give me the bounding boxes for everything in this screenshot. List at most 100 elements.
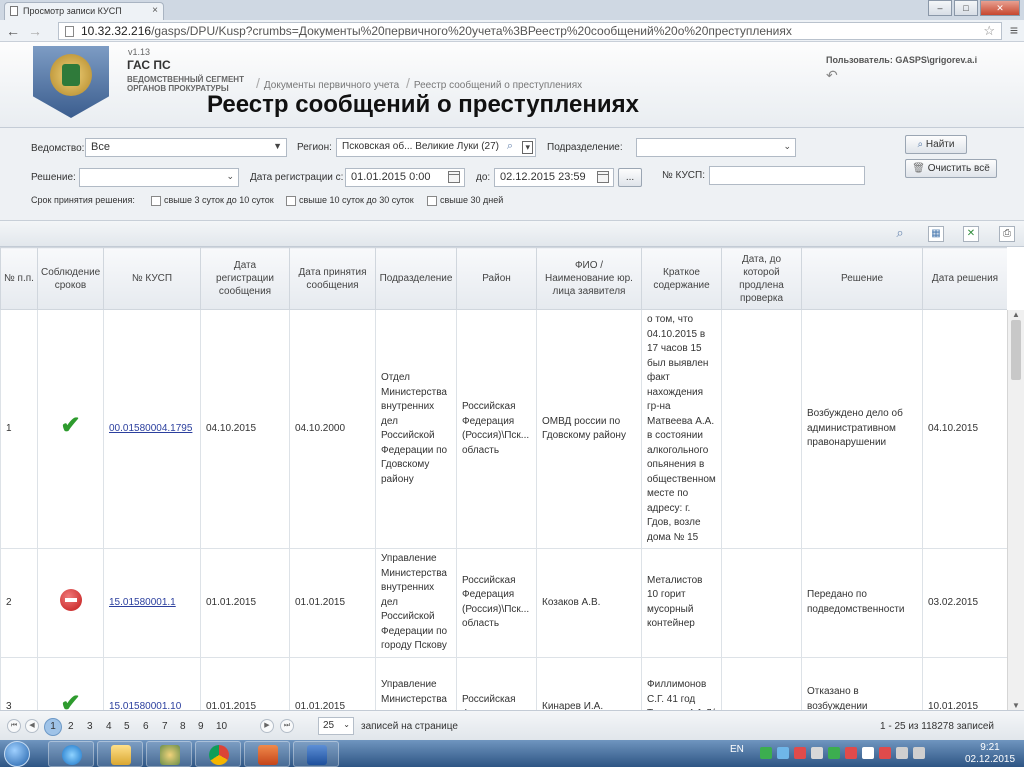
bookmark-star-icon[interactable]: ☆ (983, 23, 995, 39)
tray-icon[interactable] (811, 747, 823, 759)
kusp-input[interactable] (709, 166, 865, 185)
page-7[interactable]: 7 (162, 721, 168, 732)
maximize-button[interactable]: □ (954, 0, 978, 16)
browser-menu-icon[interactable]: ≡ (1010, 22, 1018, 38)
network-icon[interactable] (896, 747, 908, 759)
page-size-select[interactable]: 25 ⌄ (318, 717, 354, 735)
taskbar-explorer[interactable] (97, 741, 143, 767)
tray-icon[interactable] (794, 747, 806, 759)
search-icon[interactable]: ⌕ (507, 140, 513, 153)
subdivision-select[interactable]: ⌄ (636, 138, 796, 157)
window-controls: – □ ✕ (928, 0, 1020, 18)
last-page-icon[interactable]: ⏭ (280, 719, 294, 733)
reg-date-to-input[interactable]: 02.12.2015 23:59 (494, 168, 614, 187)
page-8[interactable]: 8 (180, 721, 186, 732)
agency-select[interactable]: Все ▼ (85, 138, 287, 157)
more-dates-button[interactable]: ... (618, 168, 642, 187)
kusp-link[interactable]: 15.01580001.10 (109, 701, 181, 710)
kusp-link[interactable]: 00.01580004.1795 (109, 423, 192, 434)
applicant-cell: ОМВД россии по Гдовскому району (536, 309, 642, 549)
minimize-button[interactable]: – (928, 0, 952, 16)
tray-icon[interactable] (828, 747, 840, 759)
close-window-button[interactable]: ✕ (980, 0, 1020, 16)
emblem-app-icon (160, 745, 180, 765)
settings-grid-icon[interactable]: ▦ (928, 226, 944, 242)
scroll-down-icon[interactable]: ▼ (1012, 701, 1020, 710)
table-row[interactable]: 2 15.01580001.1 01.01.2015 01.01.2015 Уп… (0, 548, 1007, 658)
taskbar-chrome[interactable] (195, 741, 241, 767)
back-arrow-icon[interactable]: ← (6, 23, 20, 39)
print-icon[interactable]: ⎙ (999, 226, 1015, 242)
kusp-link[interactable]: 15.01580001.1 (109, 597, 176, 608)
scroll-up-icon[interactable]: ▲ (1012, 310, 1020, 319)
clear-all-button[interactable]: 🗑 Очистить всё (905, 159, 997, 178)
find-button[interactable]: ⌕ Найти (905, 135, 967, 154)
breadcrumb-registry[interactable]: Реестр сообщений о преступлениях (414, 80, 582, 91)
col-header-accept-date[interactable]: Дата принятия сообщения (289, 247, 376, 310)
scrollbar-thumb[interactable] (1011, 320, 1021, 380)
reg-date-from-value: 01.01.2015 0:00 (351, 171, 431, 183)
deadline-checkbox-1[interactable] (151, 196, 161, 206)
col-header-subdivision[interactable]: Подразделение (375, 247, 457, 310)
tray-icon[interactable] (777, 747, 789, 759)
page-5[interactable]: 5 (124, 721, 130, 732)
windows-start-icon[interactable] (4, 741, 30, 767)
decision-select[interactable]: ⌄ (79, 168, 239, 187)
page-3[interactable]: 3 (87, 721, 93, 732)
col-header-kusp[interactable]: № КУСП (103, 247, 201, 310)
col-header-applicant[interactable]: ФИО / Наименование юр. лица заявителя (536, 247, 642, 310)
page-9[interactable]: 9 (198, 721, 204, 732)
volume-icon[interactable] (913, 747, 925, 759)
extended-cell (721, 309, 802, 549)
taskbar-ie[interactable] (48, 741, 94, 767)
table-row[interactable]: 3 ✔ 15.01580001.10 01.01.2015 01.01.2015… (0, 656, 1007, 710)
tray-icon[interactable] (862, 747, 874, 759)
col-header-reg-date[interactable]: Дата регистрации сообщения (200, 247, 290, 310)
excel-export-icon[interactable]: ✕ (963, 226, 979, 242)
taskbar-app[interactable] (146, 741, 192, 767)
col-header-deadline[interactable]: Соблюдение сроков (37, 247, 104, 310)
col-header-decision-date[interactable]: Дата решения (922, 247, 1007, 310)
taskbar-powerpoint[interactable] (244, 741, 290, 767)
page-4[interactable]: 4 (106, 721, 112, 732)
no-entry-icon (59, 589, 82, 611)
next-page-icon[interactable]: ▶ (260, 719, 274, 733)
col-header-district[interactable]: Район (456, 247, 537, 310)
calendar-icon[interactable] (448, 171, 460, 183)
reg-date-cell: 01.01.2015 (200, 548, 290, 658)
col-header-decision[interactable]: Решение (801, 247, 923, 310)
search-icon[interactable]: ⌕ (892, 226, 908, 242)
system-clock[interactable]: 9:21 02.12.2015 (958, 742, 1022, 766)
table-row[interactable]: 1 ✔ 00.01580004.1795 04.10.2015 04.10.20… (0, 309, 1007, 549)
forward-arrow-icon[interactable]: → (28, 23, 42, 39)
prev-page-icon[interactable]: ◀ (25, 719, 39, 733)
deadline-checkbox-2[interactable] (286, 196, 296, 206)
logout-icon[interactable]: ↶ (826, 67, 838, 84)
breadcrumb-primary-docs[interactable]: Документы первичного учета (264, 80, 399, 91)
chevron-down-icon[interactable]: ▾ (522, 141, 533, 154)
page-10[interactable]: 10 (216, 721, 227, 732)
tray-icon[interactable] (879, 747, 891, 759)
clock-time: 9:21 (980, 742, 1000, 753)
table-scrollbar[interactable]: ▲ ▼ (1007, 310, 1024, 710)
browser-tab[interactable]: Просмотр записи КУСП × (4, 2, 164, 20)
tray-icon[interactable] (845, 747, 857, 759)
col-header-num[interactable]: № п.п. (0, 247, 38, 310)
page-2[interactable]: 2 (68, 721, 74, 732)
region-select[interactable]: Псковская об... Великие Луки (27) ⌕ ▾ (336, 138, 536, 157)
deadline-checkbox-3[interactable] (427, 196, 437, 206)
col-header-summary[interactable]: Краткое содержание (641, 247, 722, 310)
language-indicator[interactable]: EN (730, 744, 744, 755)
calendar-icon[interactable] (597, 171, 609, 183)
url-input[interactable]: 10.32.32.216/gasps/DPU/Kusp?crumbs=Докум… (58, 22, 1002, 40)
first-page-icon[interactable]: ⏮ (7, 719, 21, 733)
reg-date-label: Дата регистрации с: (250, 172, 344, 183)
reg-date-from-input[interactable]: 01.01.2015 0:00 (345, 168, 465, 187)
tray-icon[interactable] (760, 747, 772, 759)
page-6[interactable]: 6 (143, 721, 149, 732)
taskbar-word[interactable] (293, 741, 339, 767)
clock-date: 02.12.2015 (964, 754, 1016, 765)
page-1[interactable]: 1 (44, 718, 62, 736)
tab-close-icon[interactable]: × (152, 5, 158, 16)
col-header-extended[interactable]: Дата, до которой продлена проверка (721, 247, 802, 310)
